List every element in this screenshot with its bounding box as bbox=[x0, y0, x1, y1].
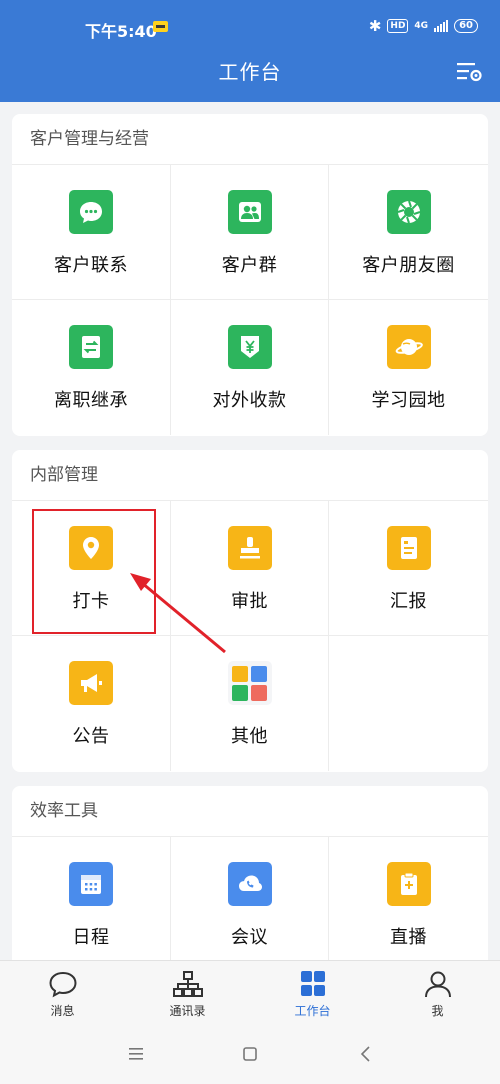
hd-badge: HD bbox=[387, 19, 409, 33]
app-customer-moments[interactable]: 客户朋友圈 bbox=[329, 165, 488, 300]
app-customer-contact[interactable]: 客户联系 bbox=[12, 165, 171, 300]
transfer-doc-icon bbox=[69, 325, 113, 369]
report-doc-icon bbox=[386, 526, 431, 570]
tab-messages[interactable]: 消息 bbox=[0, 961, 125, 1026]
location-pin-icon bbox=[69, 526, 113, 570]
app-label: 审批 bbox=[231, 591, 268, 612]
page-title: 工作台 bbox=[218, 60, 282, 84]
battery-icon: 60 bbox=[454, 19, 478, 33]
tab-label: 我 bbox=[431, 1004, 444, 1018]
group-people-icon bbox=[227, 190, 272, 234]
megaphone-icon bbox=[69, 661, 113, 705]
section-efficiency-tools: 效率工具 日程 会议 直播 bbox=[12, 786, 488, 986]
app-label: 打卡 bbox=[72, 591, 110, 612]
sim-card-icon bbox=[153, 21, 168, 32]
status-time: 下午5:40 bbox=[85, 22, 157, 41]
back-chevron-icon[interactable] bbox=[354, 1044, 378, 1064]
app-other[interactable]: 其他 bbox=[171, 636, 329, 771]
app-label: 学习园地 bbox=[371, 390, 446, 411]
person-icon bbox=[424, 971, 451, 998]
app-label: 日程 bbox=[72, 927, 110, 948]
calendar-icon bbox=[69, 862, 113, 906]
app-grid-icon bbox=[227, 661, 272, 705]
app-clock-in[interactable]: 打卡 bbox=[12, 501, 171, 636]
app-schedule[interactable]: 日程 bbox=[12, 837, 171, 972]
network-type: 4G bbox=[414, 21, 429, 31]
app-live[interactable]: 直播 bbox=[329, 837, 488, 972]
app-label: 客户朋友圈 bbox=[362, 255, 455, 276]
stamp-icon bbox=[227, 526, 272, 570]
app-learning[interactable]: 学习园地 bbox=[329, 300, 488, 435]
status-icons: ✱ HD 4G 60 bbox=[369, 16, 478, 36]
section-title: 客户管理与经营 bbox=[30, 129, 149, 149]
settings-list-icon[interactable] bbox=[455, 59, 483, 85]
app-label: 直播 bbox=[390, 927, 427, 948]
aperture-icon bbox=[386, 190, 431, 234]
clipboard-plus-icon bbox=[386, 862, 431, 906]
app-grid: 打卡 审批 汇报 公告 其他 bbox=[12, 500, 488, 771]
cloud-phone-icon bbox=[227, 862, 272, 906]
app-label: 其他 bbox=[231, 726, 268, 747]
app-label: 客户联系 bbox=[54, 255, 128, 276]
app-grid: 日程 会议 直播 bbox=[12, 836, 488, 972]
app-label: 汇报 bbox=[390, 591, 427, 612]
menu-icon[interactable] bbox=[124, 1044, 148, 1064]
tab-workbench[interactable]: 工作台 bbox=[250, 961, 375, 1026]
app-label: 离职继承 bbox=[54, 390, 128, 411]
chat-bubble-icon bbox=[69, 190, 113, 234]
home-square-icon[interactable] bbox=[238, 1044, 262, 1064]
signal-icon bbox=[434, 20, 449, 32]
section-customer-management: 客户管理与经营 客户联系 客户群 客户朋友圈 离职继承 对外收款 学习园地 bbox=[12, 114, 488, 436]
app-resign-inherit[interactable]: 离职继承 bbox=[12, 300, 171, 435]
app-label: 客户群 bbox=[221, 255, 278, 276]
app-label: 公告 bbox=[72, 726, 110, 747]
app-announcement[interactable]: 公告 bbox=[12, 636, 171, 771]
planet-icon bbox=[386, 325, 431, 369]
empty-cell bbox=[329, 636, 488, 771]
app-report[interactable]: 汇报 bbox=[329, 501, 488, 636]
app-grid: 客户联系 客户群 客户朋友圈 离职继承 对外收款 学习园地 bbox=[12, 164, 488, 435]
app-meeting[interactable]: 会议 bbox=[171, 837, 329, 972]
app-external-payment[interactable]: 对外收款 bbox=[171, 300, 329, 435]
tab-me[interactable]: 我 bbox=[375, 961, 500, 1026]
tab-label: 工作台 bbox=[294, 1004, 331, 1018]
app-customer-group[interactable]: 客户群 bbox=[171, 165, 329, 300]
system-nav-bar bbox=[0, 1026, 500, 1084]
section-title: 效率工具 bbox=[30, 801, 98, 821]
workbench-grid-icon bbox=[300, 971, 325, 996]
yen-shield-icon bbox=[227, 325, 272, 369]
tab-contacts[interactable]: 通讯录 bbox=[125, 961, 250, 1026]
tab-label: 通讯录 bbox=[169, 1004, 206, 1018]
app-label: 会议 bbox=[231, 927, 268, 948]
tab-label: 消息 bbox=[50, 1004, 75, 1018]
status-bar: 下午5:40 ✱ HD 4G 60 bbox=[0, 0, 500, 50]
app-approval[interactable]: 审批 bbox=[171, 501, 329, 636]
section-title: 内部管理 bbox=[30, 465, 98, 485]
bottom-tab-bar: 消息 通讯录 工作台 我 bbox=[0, 960, 500, 1026]
top-header: 下午5:40 ✱ HD 4G 60 工作台 bbox=[0, 0, 500, 102]
org-chart-icon bbox=[172, 971, 203, 997]
message-bubble-icon bbox=[48, 971, 77, 998]
bluetooth-icon: ✱ bbox=[368, 17, 382, 35]
section-internal-management: 内部管理 打卡 审批 汇报 公告 其他 bbox=[12, 450, 488, 772]
app-label: 对外收款 bbox=[212, 390, 287, 411]
